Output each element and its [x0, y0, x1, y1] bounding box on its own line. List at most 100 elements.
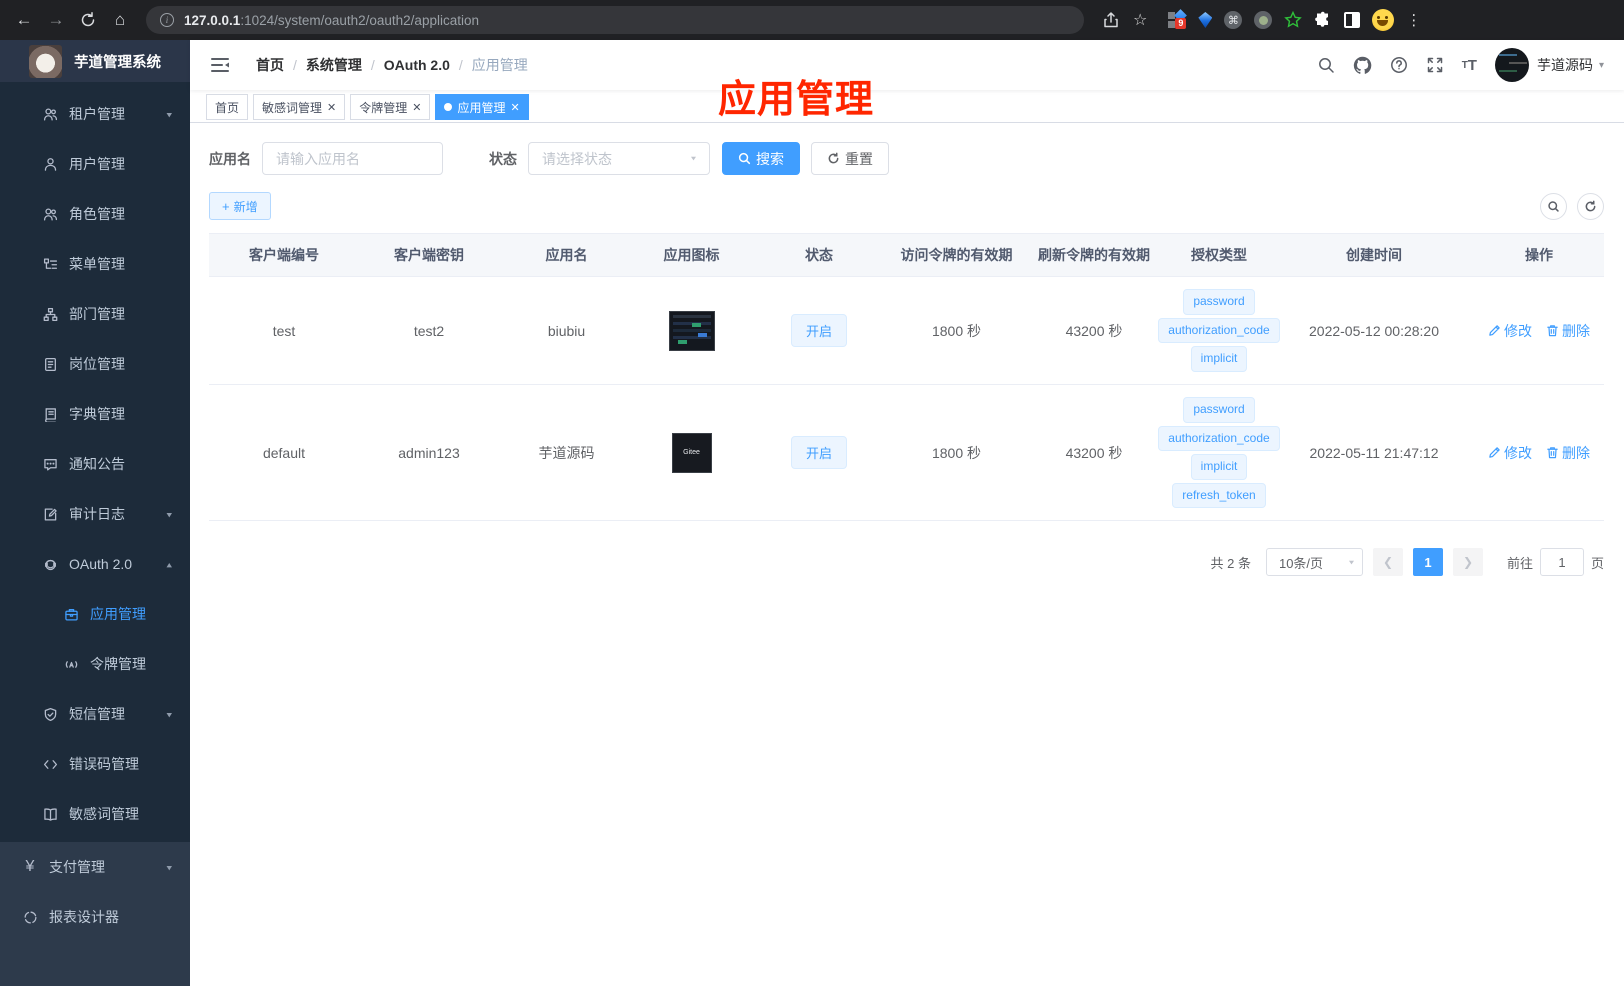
- col-actions: 操作: [1474, 233, 1604, 277]
- cell-created-at: 2022-05-12 00:28:20: [1274, 276, 1474, 385]
- close-icon[interactable]: ✕: [511, 101, 520, 114]
- url-path: :1024/system/oauth2/oauth2/application: [240, 12, 479, 28]
- sidebar-item-notice[interactable]: 通知公告: [0, 439, 190, 489]
- user-avatar: [1494, 48, 1529, 82]
- col-app-icon: 应用图标: [634, 233, 749, 277]
- sidebar-item-post[interactable]: 岗位管理: [0, 339, 190, 389]
- sidebar-item-audit-log[interactable]: 审计日志 ▾: [0, 489, 190, 539]
- app-logo[interactable]: 芋道管理系统: [0, 40, 190, 82]
- help-icon[interactable]: [1390, 56, 1408, 74]
- address-bar[interactable]: i 127.0.0.1:1024/system/oauth2/oauth2/ap…: [146, 6, 1084, 34]
- sidebar-item-dict[interactable]: 字典管理: [0, 389, 190, 439]
- sidebar-item-dept[interactable]: 部门管理: [0, 289, 190, 339]
- goto-page-input[interactable]: [1539, 548, 1584, 577]
- extension-tag-assistant-icon[interactable]: 9: [1168, 9, 1188, 29]
- cell-refresh-ttl: 43200 秒: [1024, 384, 1164, 522]
- extension-dot-icon[interactable]: [1254, 11, 1273, 29]
- prev-page-button[interactable]: ❮: [1372, 548, 1403, 577]
- sidebar-item-sensitive-word[interactable]: 敏感词管理: [0, 789, 190, 839]
- app-name-input[interactable]: [262, 142, 443, 175]
- close-icon[interactable]: ✕: [412, 101, 421, 114]
- extension-star-icon[interactable]: [1284, 11, 1303, 29]
- browser-profile-avatar[interactable]: [1372, 9, 1395, 31]
- browser-menu-icon[interactable]: ⋮: [1406, 11, 1421, 29]
- token-icon: [63, 657, 79, 672]
- chevron-down-icon: ▾: [166, 509, 172, 520]
- browser-home-button[interactable]: ⌂: [106, 6, 134, 34]
- site-info-icon[interactable]: i: [160, 13, 174, 27]
- active-dot: [444, 103, 453, 111]
- sidebar-item-error-code[interactable]: 错误码管理: [0, 739, 190, 789]
- github-icon[interactable]: [1353, 56, 1372, 75]
- toggle-search-button[interactable]: [1540, 192, 1567, 220]
- col-grant-types: 授权类型: [1164, 233, 1274, 277]
- user-menu[interactable]: 芋道源码 ▾: [1494, 48, 1604, 82]
- breadcrumb-current: 应用管理: [471, 57, 528, 73]
- sidebar-item-token[interactable]: 令牌管理: [0, 639, 190, 689]
- cell-refresh-ttl: 43200 秒: [1024, 276, 1164, 385]
- status-badge: 开启: [790, 314, 847, 347]
- edit-button[interactable]: 修改: [1488, 321, 1532, 341]
- status-badge: 开启: [790, 436, 847, 470]
- tab-token[interactable]: 令牌管理 ✕: [350, 94, 431, 120]
- sidebar-item-user[interactable]: 用户管理: [0, 139, 190, 189]
- page-size-select[interactable]: 10条/页 ▾: [1265, 548, 1363, 577]
- sidebar-item-report-designer[interactable]: 报表设计器: [0, 892, 190, 942]
- col-refresh-ttl: 刷新令牌的有效期: [1024, 233, 1164, 277]
- close-icon[interactable]: ✕: [327, 101, 336, 114]
- search-button[interactable]: 搜索: [722, 142, 800, 175]
- font-size-icon[interactable]: TT: [1462, 57, 1477, 74]
- reset-button[interactable]: 重置: [811, 142, 889, 175]
- col-created-at: 创建时间: [1274, 233, 1474, 277]
- auth-icon: [42, 557, 58, 572]
- sidebar-item-tenant[interactable]: 租户管理 ▾: [0, 89, 190, 139]
- tab-home[interactable]: 首页: [206, 94, 249, 120]
- report-icon: [22, 910, 38, 925]
- app-icon-thumbnail: [668, 310, 715, 351]
- share-icon[interactable]: [1102, 11, 1120, 29]
- reload-icon: [81, 12, 95, 27]
- header-search-icon[interactable]: [1317, 56, 1335, 74]
- next-page-button[interactable]: ❯: [1452, 548, 1483, 577]
- breadcrumb-home[interactable]: 首页: [256, 55, 284, 75]
- delete-button[interactable]: 删除: [1546, 321, 1590, 341]
- browser-reload-button[interactable]: [74, 6, 102, 34]
- sidebar-item-payment[interactable]: ¥ 支付管理 ▾: [0, 842, 190, 892]
- app-icon-thumbnail: Gitee: [671, 432, 712, 473]
- add-button[interactable]: + 新增: [209, 192, 271, 220]
- sidebar-item-oauth2[interactable]: OAuth 2.0 ▴: [0, 539, 190, 589]
- side-panel-icon[interactable]: [1344, 12, 1361, 28]
- code-icon: [42, 757, 58, 772]
- chevron-down-icon: ▾: [166, 709, 172, 720]
- refresh-table-button[interactable]: [1577, 192, 1604, 220]
- extension-gem-icon[interactable]: [1198, 12, 1213, 28]
- plus-icon: +: [222, 198, 230, 214]
- cell-created-at: 2022-05-11 21:47:12: [1274, 384, 1474, 522]
- applications-table: 客户端编号 客户端密钥 应用名 应用图标 状态 访问令牌的有效期 刷新令牌的有效…: [209, 233, 1604, 522]
- col-client-id: 客户端编号: [209, 233, 359, 277]
- extensions-puzzle-icon[interactable]: [1314, 11, 1332, 29]
- sidebar-item-sms[interactable]: 短信管理 ▾: [0, 689, 190, 739]
- browser-forward-button[interactable]: →: [42, 6, 70, 34]
- sidebar-item-application[interactable]: 应用管理: [0, 589, 190, 639]
- browser-back-button[interactable]: ←: [10, 6, 38, 34]
- edit-button[interactable]: 修改: [1488, 443, 1532, 463]
- tab-application[interactable]: 应用管理 ✕: [435, 94, 529, 120]
- sidebar-item-menu[interactable]: 菜单管理: [0, 239, 190, 289]
- breadcrumb-oauth[interactable]: OAuth 2.0: [384, 57, 450, 73]
- tab-sensitive-word[interactable]: 敏感词管理 ✕: [253, 94, 346, 120]
- bookmark-star-icon[interactable]: ☆: [1133, 10, 1147, 30]
- delete-button[interactable]: 删除: [1546, 443, 1590, 463]
- log-icon: [42, 507, 58, 522]
- system-submenu: 租户管理 ▾ 用户管理 角色管理 菜单管理 部门管理 岗位管理 字典管理 通知公…: [0, 82, 190, 842]
- sidebar-collapse-button[interactable]: [210, 55, 230, 75]
- extension-command-icon[interactable]: ⌘: [1224, 11, 1243, 29]
- page-number-1[interactable]: 1: [1412, 548, 1443, 577]
- sidebar-item-role[interactable]: 角色管理: [0, 189, 190, 239]
- grant-type-tag: implicit: [1190, 346, 1248, 372]
- status-select[interactable]: 请选择状态 ▾: [528, 142, 710, 175]
- briefcase-icon: [63, 607, 79, 622]
- table-row: default admin123 芋道源码 Gitee 开启 1800 秒 43…: [209, 384, 1604, 522]
- fullscreen-icon[interactable]: [1426, 56, 1444, 74]
- breadcrumb-system[interactable]: 系统管理: [306, 55, 362, 75]
